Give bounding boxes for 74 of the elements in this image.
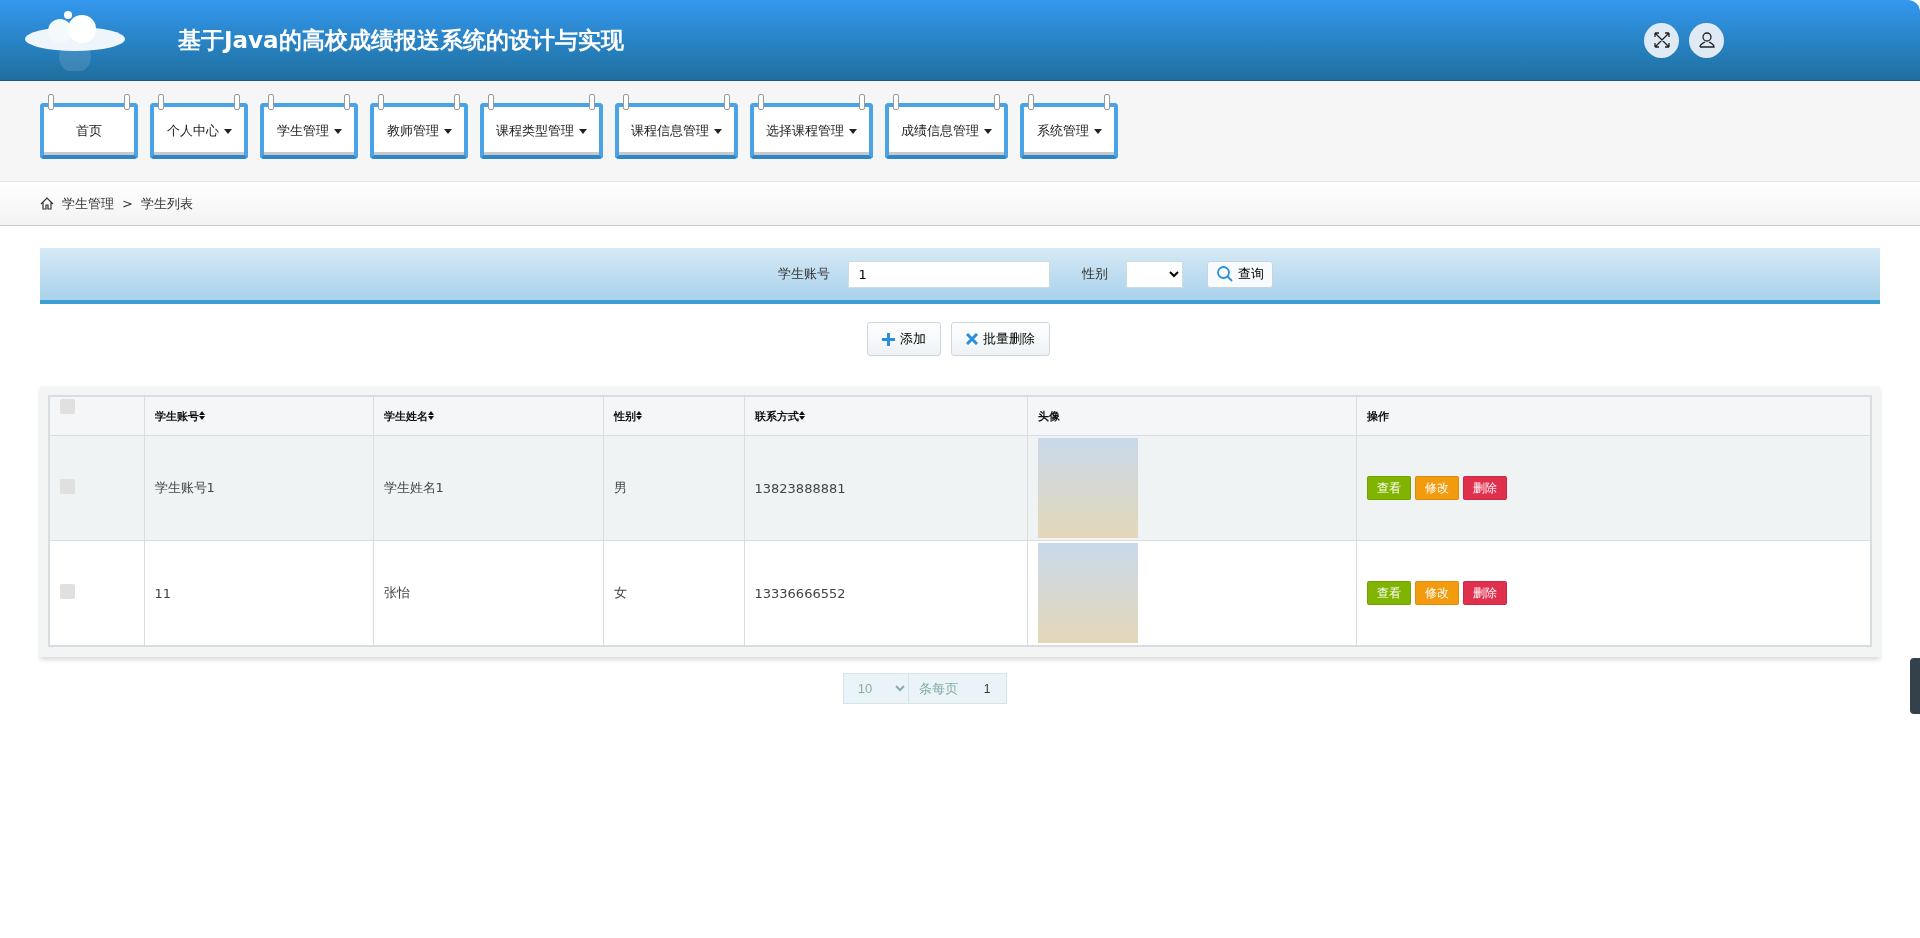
nav-menu-item[interactable]: 教师管理 — [370, 103, 468, 159]
column-header[interactable]: 性别 — [613, 409, 636, 423]
column-header[interactable]: 学生姓名 — [383, 409, 428, 423]
delete-button[interactable]: 删除 — [1462, 476, 1507, 500]
caret-icon — [223, 128, 232, 134]
home-icon — [40, 197, 54, 210]
side-widget[interactable] — [1910, 658, 1920, 714]
field-label: 学生账号 — [777, 265, 830, 283]
caret-icon — [984, 128, 992, 134]
nav-menu-item[interactable]: 系统管理 — [1020, 103, 1118, 159]
gender-select[interactable] — [1125, 260, 1183, 288]
caret-icon — [579, 128, 587, 134]
user-button[interactable] — [1689, 22, 1724, 58]
search-icon — [1215, 265, 1234, 283]
nav-menu-item[interactable]: 课程信息管理 — [615, 103, 738, 159]
plus-icon — [881, 332, 895, 346]
ring-icon — [893, 94, 899, 110]
sort-icon — [635, 410, 642, 420]
table-cell: 男 — [603, 435, 744, 541]
batch-delete-button[interactable]: 批量删除 — [950, 322, 1050, 356]
column-header: 操作 — [1366, 409, 1389, 423]
caret-icon — [333, 128, 342, 134]
column-header[interactable]: 学生账号 — [154, 409, 199, 423]
ring-icon — [488, 94, 494, 110]
ring-icon — [758, 94, 764, 110]
row-checkbox[interactable] — [60, 584, 75, 599]
table-cell: 学生账号1 — [144, 435, 373, 541]
column-header: 头像 — [1037, 409, 1060, 423]
ring-icon — [724, 94, 730, 110]
ring-icon — [234, 94, 240, 110]
column-header[interactable]: 联系方式 — [754, 409, 799, 423]
breadcrumb-link[interactable]: 学生管理 — [62, 194, 114, 213]
nav-menu-item[interactable]: 个人中心 — [150, 103, 248, 159]
add-button[interactable]: 添加 — [866, 322, 941, 356]
nav-menu-item[interactable]: 首页 — [40, 103, 138, 159]
sort-icon — [798, 410, 805, 420]
nav-menu-item[interactable]: 学生管理 — [260, 103, 358, 159]
app-title: 基于Java的高校成绩报送系统的设计与实现 — [178, 25, 624, 55]
ring-icon — [124, 94, 130, 110]
ring-icon — [623, 94, 629, 110]
ring-icon — [454, 94, 460, 110]
ring-icon — [158, 94, 164, 110]
page-number[interactable]: 1 — [967, 673, 1008, 704]
ring-icon — [859, 94, 865, 110]
delete-button[interactable]: 删除 — [1462, 581, 1507, 605]
user-icon — [1697, 31, 1716, 49]
ring-icon — [344, 94, 350, 110]
caret-icon — [714, 128, 722, 134]
ring-icon — [589, 94, 595, 110]
table-cell: 13823888881 — [744, 435, 1027, 541]
cross-icon — [965, 333, 978, 345]
query-button[interactable]: 查询 — [1206, 260, 1273, 288]
page-size-label: 条每页 — [908, 673, 968, 704]
ring-icon — [378, 94, 384, 110]
ring-icon — [48, 94, 54, 110]
nav-menu-item[interactable]: 成绩信息管理 — [885, 103, 1008, 159]
caret-icon — [443, 128, 452, 134]
sort-icon — [198, 410, 205, 420]
caret-icon — [1093, 128, 1102, 134]
ring-icon — [1028, 94, 1034, 110]
caret-icon — [849, 128, 857, 134]
table-cell: 学生姓名1 — [373, 435, 603, 541]
field-label: 性别 — [1081, 265, 1108, 283]
nav-menu-item[interactable]: 课程类型管理 — [480, 103, 603, 159]
sort-icon — [427, 410, 434, 420]
breadcrumb-separator: > — [122, 196, 133, 211]
fullscreen-button[interactable] — [1644, 22, 1679, 58]
expand-icon — [1652, 31, 1671, 49]
ring-icon — [268, 94, 274, 110]
ring-icon — [1104, 94, 1110, 110]
account-input[interactable]: 1 — [847, 260, 1050, 288]
nav-menu-item[interactable]: 选择课程管理 — [750, 103, 873, 159]
ring-icon — [994, 94, 1000, 110]
breadcrumb-link[interactable]: 学生列表 — [140, 194, 193, 213]
